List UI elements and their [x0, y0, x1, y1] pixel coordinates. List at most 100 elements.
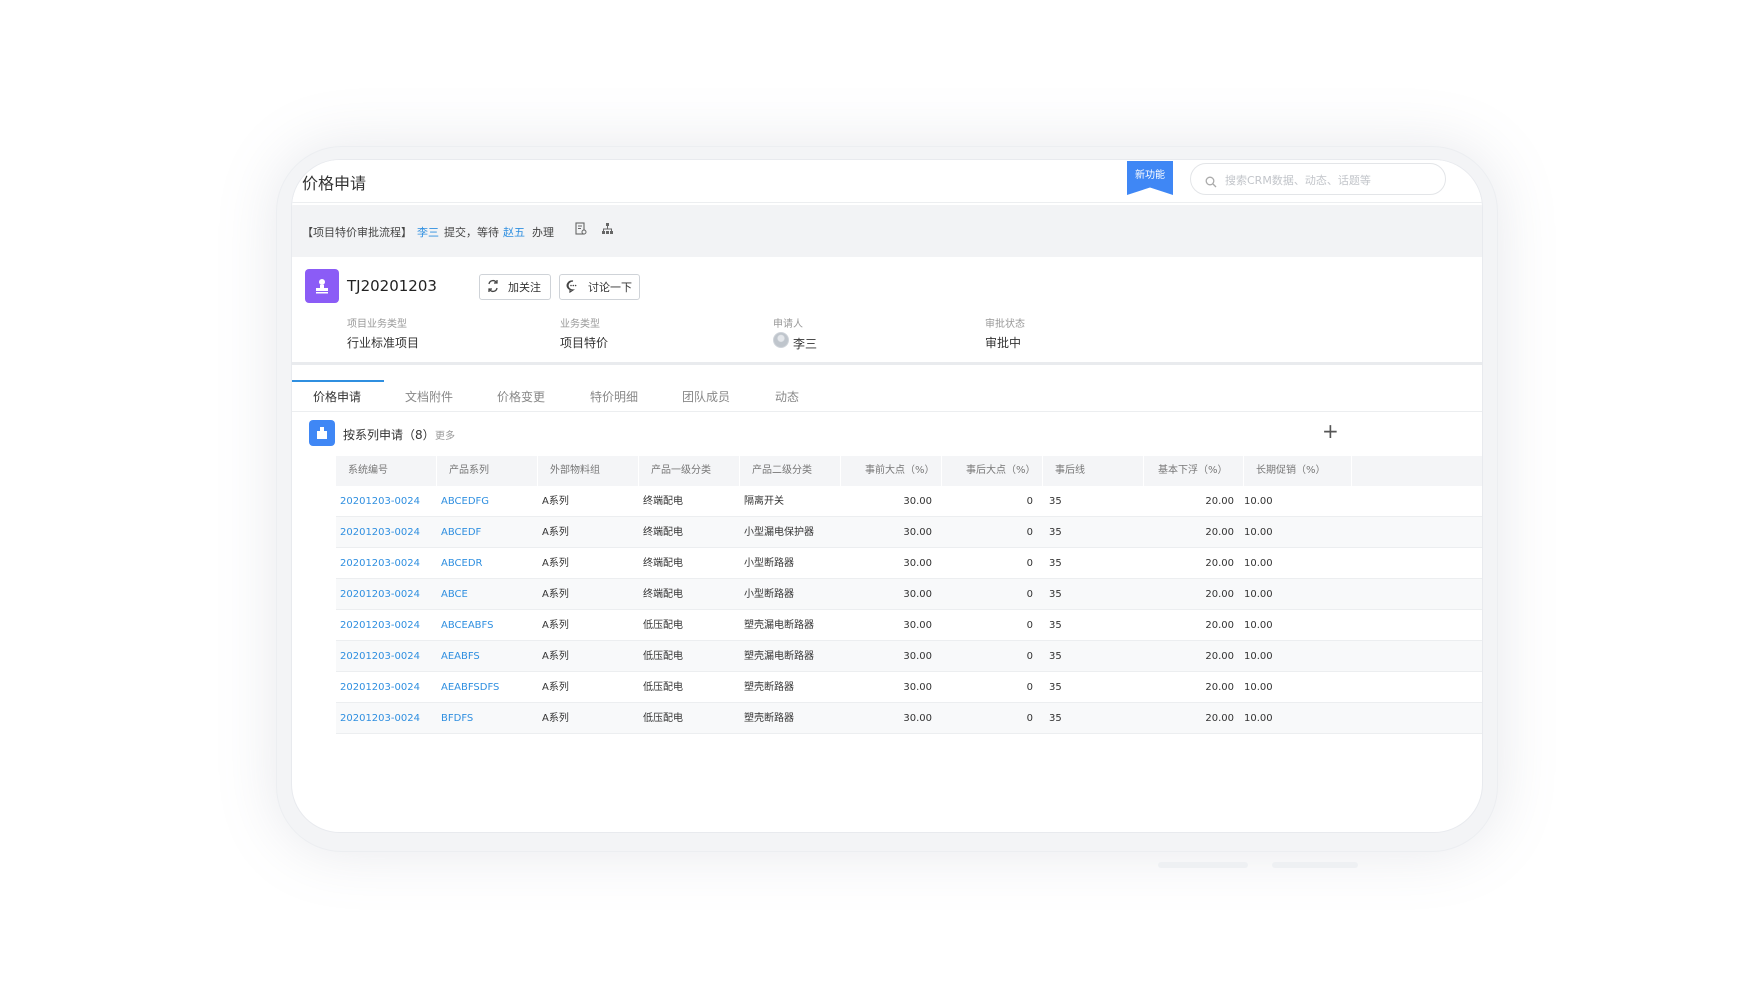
cell-pre-discount: 30.00	[903, 527, 932, 538]
app-screen: 价格申请 新功能 【项目特价审批流程】 李三 提交，等待 赵五 办理 TJ202…	[292, 160, 1482, 832]
flow-chart-icon[interactable]	[601, 222, 614, 238]
field-label-project-type: 项目业务类型	[347, 319, 407, 330]
handler-link[interactable]: 赵五	[503, 224, 525, 240]
column-header[interactable]: 事后线	[1043, 456, 1144, 486]
follow-button[interactable]: 加关注	[479, 274, 551, 300]
field-value-project-type: 行业标准项目	[347, 336, 420, 350]
flow-document-icon[interactable]	[575, 222, 587, 238]
cell-long-term-promo: 10.00	[1244, 651, 1273, 662]
cell-category-level-1: 终端配电	[643, 589, 683, 600]
tab-special-price-detail[interactable]: 特价明细	[590, 388, 638, 405]
section-title: 按系列申请（8）	[343, 428, 435, 442]
tab-team-members[interactable]: 团队成员	[682, 388, 730, 405]
column-header[interactable]: 基本下浮（%）	[1144, 456, 1244, 486]
workflow-bar: 【项目特价审批流程】 李三 提交，等待 赵五 办理	[292, 205, 1482, 257]
cell-system-number-link[interactable]: 20201203-0024	[336, 579, 437, 609]
cell-base-discount: 20.00	[1205, 682, 1234, 693]
search-input[interactable]	[1225, 170, 1435, 190]
section-more-link[interactable]: 更多	[435, 427, 455, 442]
discuss-button[interactable]: 讨论一下	[559, 274, 640, 300]
cell-post-line: 35	[1049, 620, 1062, 631]
cell-category-level-1: 终端配电	[643, 558, 683, 569]
cell-category-level-1: 低压配电	[643, 651, 683, 662]
cell-category-level-2: 塑壳漏电断路器	[744, 620, 814, 631]
page-title: 价格申请	[302, 174, 367, 193]
field-label-business-type: 业务类型	[560, 319, 600, 330]
cell-category-level-2: 塑壳断路器	[744, 682, 794, 693]
table-row[interactable]: 20201203-0024 AEABFSDFS A系列 低压配电 塑壳断路器 30.00 0…	[336, 672, 1482, 703]
cell-category-level-2: 小型断路器	[744, 589, 794, 600]
table-row[interactable]: 20201203-0024 ABCEDR A系列 终端配电 小型断路器 30.00 0 35 2…	[336, 548, 1482, 579]
field-value-applicant[interactable]: 李三	[793, 335, 817, 352]
cell-post-line: 35	[1049, 651, 1062, 662]
new-feature-badge[interactable]: 新功能	[1127, 161, 1173, 195]
cell-post-line: 35	[1049, 682, 1062, 693]
cell-pre-discount: 30.00	[903, 651, 932, 662]
cell-product-series-link[interactable]: ABCEDF	[437, 517, 538, 547]
cell-category-level-2: 塑壳漏电断路器	[744, 651, 814, 662]
column-header[interactable]: 产品二级分类	[740, 456, 841, 486]
cell-base-discount: 20.00	[1205, 589, 1234, 600]
record-header: TJ20201203 加关注 讨论一下 项目业务类型 行业标准项目 业务类型 项…	[292, 257, 1482, 365]
cell-product-series-link[interactable]: ABCEDR	[437, 548, 538, 578]
cell-post-discount: 0	[1026, 620, 1033, 631]
submitter-link[interactable]: 李三	[417, 224, 439, 240]
cell-post-line: 35	[1049, 496, 1062, 507]
column-header[interactable]: 产品一级分类	[639, 456, 740, 486]
table-row[interactable]: 20201203-0024 BFDFS A系列 低压配电 塑壳断路器 30.00 0 35 20…	[336, 703, 1482, 734]
search-box[interactable]	[1190, 163, 1446, 195]
table-row[interactable]: 20201203-0024 ABCE A系列 终端配电 小型断路器 30.00 0 35 20.…	[336, 579, 1482, 610]
cell-system-number-link[interactable]: 20201203-0024	[336, 641, 437, 671]
cell-system-number-link[interactable]: 20201203-0024	[336, 703, 437, 733]
follow-label: 加关注	[508, 281, 541, 294]
cell-long-term-promo: 10.00	[1244, 589, 1273, 600]
cell-system-number-link[interactable]: 20201203-0024	[336, 517, 437, 547]
cell-system-number-link[interactable]: 20201203-0024	[336, 610, 437, 640]
tab-attachments[interactable]: 文档附件	[405, 388, 453, 405]
cell-product-series-link[interactable]: BFDFS	[437, 703, 538, 733]
tab-price-request[interactable]: 价格申请	[313, 388, 361, 405]
column-header[interactable]: 外部物料组	[538, 456, 639, 486]
cell-pre-discount: 30.00	[903, 496, 932, 507]
column-header[interactable]: 事后大点（%）	[942, 456, 1043, 486]
column-header[interactable]: 长期促销（%）	[1244, 456, 1352, 486]
cell-post-line: 35	[1049, 589, 1062, 600]
field-value-approval-status: 审批中	[985, 336, 1022, 350]
cell-system-number-link[interactable]: 20201203-0024	[336, 672, 437, 702]
column-header[interactable]: 事前大点（%）	[841, 456, 942, 486]
add-icon[interactable]: +	[1322, 419, 1339, 443]
table-row[interactable]: 20201203-0024 ABCEABFS A系列 低压配电 塑壳漏电断路器 30.00…	[336, 610, 1482, 641]
cell-category-level-2: 塑壳断路器	[744, 713, 794, 724]
device-bar-left	[1158, 862, 1248, 868]
chat-icon	[566, 279, 580, 296]
table-row[interactable]: 20201203-0024 AEABFS A系列 低压配电 塑壳漏电断路器 30.00 0 3…	[336, 641, 1482, 672]
cell-product-series-link[interactable]: ABCEABFS	[437, 610, 538, 640]
tab-price-change[interactable]: 价格变更	[497, 388, 545, 405]
cell-product-series-link[interactable]: ABCEDFG	[437, 486, 538, 516]
cell-material-group: A系列	[542, 527, 569, 538]
column-header[interactable]: 系统编号	[336, 456, 437, 486]
cell-category-level-1: 终端配电	[643, 496, 683, 507]
cell-system-number-link[interactable]: 20201203-0024	[336, 548, 437, 578]
cell-system-number-link[interactable]: 20201203-0024	[336, 486, 437, 516]
column-header[interactable]: 产品系列	[437, 456, 538, 486]
cell-category-level-1: 低压配电	[643, 620, 683, 631]
table-row[interactable]: 20201203-0024 ABCEDF A系列 终端配电 小型漏电保护器 30.00 0 3…	[336, 517, 1482, 548]
cell-product-series-link[interactable]: ABCE	[437, 579, 538, 609]
field-label-approval-status: 审批状态	[985, 319, 1025, 330]
process-name: 【项目特价审批流程】	[302, 226, 412, 239]
table-row[interactable]: 20201203-0024 ABCEDFG A系列 终端配电 隔离开关 30.00 0 35 2…	[336, 486, 1482, 517]
cell-category-level-2: 小型漏电保护器	[744, 527, 814, 538]
cell-post-discount: 0	[1026, 682, 1033, 693]
cell-product-series-link[interactable]: AEABFS	[437, 641, 538, 671]
tab-activity[interactable]: 动态	[775, 388, 799, 405]
cell-long-term-promo: 10.00	[1244, 527, 1273, 538]
table-body: 20201203-0024 ABCEDFG A系列 终端配电 隔离开关 30.00 0 35 2…	[336, 486, 1482, 734]
cell-post-discount: 0	[1026, 527, 1033, 538]
cell-post-discount: 0	[1026, 558, 1033, 569]
cell-post-line: 35	[1049, 713, 1062, 724]
cell-material-group: A系列	[542, 558, 569, 569]
cell-product-series-link[interactable]: AEABFSDFS	[437, 672, 538, 702]
tab-bar: 价格申请 文档附件 价格变更 特价明细 团队成员 动态	[292, 380, 1482, 412]
cell-base-discount: 20.00	[1205, 496, 1234, 507]
